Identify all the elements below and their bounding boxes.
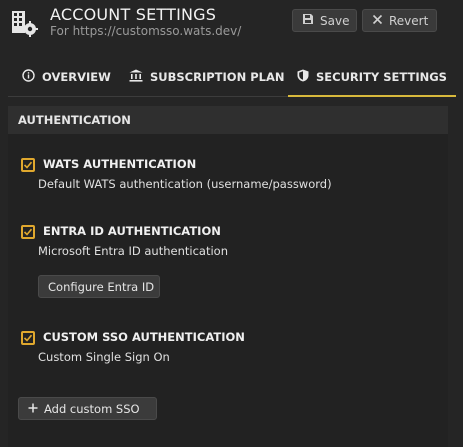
bank-icon bbox=[129, 69, 143, 85]
entra-id-authentication-title: ENTRA ID AUTHENTICATION bbox=[43, 224, 221, 238]
authentication-section-header: AUTHENTICATION bbox=[8, 106, 448, 134]
close-icon bbox=[372, 14, 383, 28]
page-header: ACCOUNT SETTINGS For https://customsso.w… bbox=[0, 0, 463, 58]
tab-security-settings-label: SECURITY SETTINGS bbox=[316, 70, 447, 84]
revert-button-label: Revert bbox=[389, 13, 429, 28]
entra-id-authentication-description: Microsoft Entra ID authentication bbox=[38, 244, 228, 258]
custom-sso-authentication-title: CUSTOM SSO AUTHENTICATION bbox=[43, 330, 245, 344]
tab-subscription-plan[interactable]: SUBSCRIPTION PLAN bbox=[129, 58, 284, 96]
wats-authentication-description: Default WATS authentication (username/pa… bbox=[38, 177, 332, 191]
save-button-label: Save bbox=[320, 13, 350, 28]
custom-sso-authentication-description: Custom Single Sign On bbox=[38, 350, 170, 364]
save-button[interactable]: Save bbox=[292, 9, 357, 32]
info-circle-icon bbox=[22, 69, 35, 85]
revert-button[interactable]: Revert bbox=[362, 9, 437, 32]
add-custom-sso-label: Add custom SSO bbox=[44, 401, 140, 416]
tab-overview-label: OVERVIEW bbox=[42, 70, 111, 84]
checkmark-icon bbox=[23, 228, 33, 236]
tab-security-settings[interactable]: SECURITY SETTINGS bbox=[288, 58, 456, 97]
checkmark-icon bbox=[23, 334, 33, 342]
page-subtitle: For https://customsso.wats.dev/ bbox=[50, 24, 242, 38]
building-gear-icon bbox=[10, 9, 38, 37]
active-tab-indicator bbox=[288, 95, 456, 97]
entra-id-authentication-checkbox[interactable] bbox=[21, 225, 35, 239]
tab-overview[interactable]: OVERVIEW bbox=[22, 58, 111, 96]
add-custom-sso-button[interactable]: Add custom SSO bbox=[18, 397, 157, 420]
page-title: ACCOUNT SETTINGS bbox=[50, 5, 217, 24]
configure-entra-id-label: Configure Entra ID bbox=[48, 279, 155, 294]
wats-authentication-checkbox[interactable] bbox=[21, 158, 35, 172]
section-title: AUTHENTICATION bbox=[18, 113, 131, 127]
checkmark-icon bbox=[23, 161, 33, 169]
wats-authentication-title: WATS AUTHENTICATION bbox=[43, 157, 197, 171]
shield-icon bbox=[297, 69, 309, 85]
tab-subscription-plan-label: SUBSCRIPTION PLAN bbox=[150, 70, 285, 84]
floppy-disk-icon bbox=[302, 13, 314, 28]
configure-entra-id-button[interactable]: Configure Entra ID bbox=[38, 275, 160, 298]
tab-bar: OVERVIEW SUBSCRIPTION PLAN SECURITY SETT… bbox=[8, 58, 456, 97]
authentication-panel: WATS AUTHENTICATION Default WATS authent… bbox=[8, 134, 448, 447]
plus-icon bbox=[28, 402, 38, 416]
custom-sso-authentication-checkbox[interactable] bbox=[21, 331, 35, 345]
